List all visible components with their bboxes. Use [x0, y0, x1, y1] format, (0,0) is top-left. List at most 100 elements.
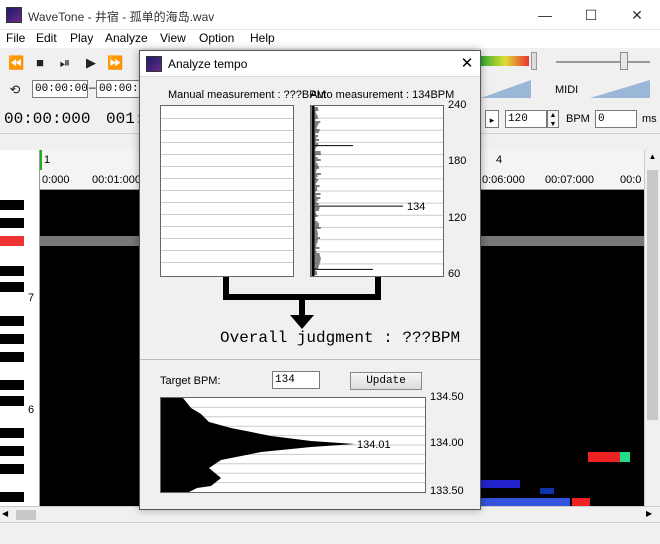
fine-tempo-histogram: 134.01 [161, 398, 425, 492]
level-slider-thumb[interactable] [531, 52, 537, 70]
midi-label: MIDI [555, 84, 579, 96]
note-segment [620, 452, 630, 462]
menu-option[interactable]: Option [199, 31, 234, 45]
y-tick-120: 120 [448, 212, 467, 224]
y-tick-60: 60 [448, 268, 461, 280]
play-pause-icon[interactable]: ⏯ [57, 55, 73, 71]
scroll-up-icon[interactable]: ▲ [647, 152, 658, 162]
midi-ramp[interactable] [590, 80, 650, 98]
playhead-marker[interactable] [40, 150, 42, 170]
black-key[interactable] [0, 446, 24, 456]
title-bar: WaveTone - 井宿 - 孤单的海岛.wav — ☐ ✕ [0, 0, 660, 30]
loop-end-input[interactable]: 00:00:00 [96, 80, 140, 98]
manual-measurement-label: Manual measurement : ???BPM [168, 89, 326, 101]
black-key[interactable] [0, 266, 24, 276]
maximize-button[interactable]: ☐ [568, 0, 614, 30]
y-tick-180: 180 [448, 155, 467, 167]
menu-help[interactable]: Help [250, 31, 275, 45]
measure-label: 1 [44, 154, 51, 166]
loop-icon[interactable]: ⟲ [7, 82, 23, 98]
black-key[interactable] [0, 316, 24, 326]
menu-view[interactable]: View [160, 31, 186, 45]
bpm-input[interactable]: 120 [505, 110, 547, 128]
black-key[interactable] [0, 334, 24, 344]
note-segment [480, 498, 570, 506]
menu-file[interactable]: File [6, 31, 25, 45]
y-tick-240: 240 [448, 99, 467, 111]
fine-y-tick-mid: 134.00 [430, 437, 464, 449]
app-icon [6, 7, 22, 23]
target-bpm-input[interactable]: 134 [272, 371, 320, 389]
time-label: 00:07:000 [545, 174, 594, 186]
merge-arrow-icon [223, 277, 381, 329]
overall-judgment: Overall judgment : ???BPM [220, 329, 461, 347]
menu-bar [0, 30, 660, 48]
offset-input[interactable]: 0 [595, 110, 637, 128]
dialog-title: Analyze tempo [168, 57, 248, 71]
manual-measurement-panel[interactable] [160, 105, 294, 277]
dialog-close-button[interactable]: ✕ [456, 53, 478, 75]
note-segment [480, 480, 520, 488]
piano-keyboard[interactable]: 7 6 [0, 150, 40, 506]
fine-y-tick-bottom: 133.50 [430, 485, 464, 497]
horizontal-scroll-thumb[interactable] [16, 510, 36, 520]
black-key[interactable] [0, 396, 24, 406]
update-button[interactable]: Update [350, 372, 422, 390]
peak-label: 134 [407, 201, 425, 213]
bpm-spin-left[interactable]: ▸ [485, 110, 499, 128]
auto-measurement-panel[interactable]: 134 [310, 105, 444, 277]
target-bpm-label: Target BPM: [160, 375, 221, 387]
analyze-tempo-dialog: Analyze tempo ✕ Manual measurement : ???… [139, 50, 481, 510]
time-label: 00:01:000 [92, 174, 141, 186]
octave-label: 6 [28, 404, 35, 416]
scroll-right-icon[interactable]: ▶ [646, 509, 656, 520]
black-key[interactable] [0, 492, 24, 502]
fast-forward-icon[interactable]: ⏩ [107, 55, 123, 71]
black-key[interactable] [0, 218, 24, 228]
current-time: 00:00:000 [4, 110, 91, 128]
highlighted-key[interactable] [0, 236, 24, 246]
scroll-left-icon[interactable]: ◀ [2, 509, 12, 520]
fine-peak-label: 134.01 [357, 439, 391, 451]
note-segment [588, 452, 624, 462]
stop-icon[interactable]: ■ [32, 55, 48, 71]
fine-y-tick-top: 134.50 [430, 391, 464, 403]
black-key[interactable] [0, 282, 24, 292]
black-key[interactable] [0, 428, 24, 438]
time-label: 00:0 [620, 174, 642, 186]
vertical-scroll-thumb[interactable] [647, 170, 658, 420]
dialog-app-icon [146, 56, 162, 72]
time-label: 0:000 [42, 174, 70, 186]
bpm-label: BPM [566, 113, 590, 125]
speed-ramp[interactable] [481, 80, 531, 98]
separator [140, 359, 480, 360]
dialog-title-bar: Analyze tempo ✕ [140, 51, 480, 77]
black-key[interactable] [0, 352, 24, 362]
black-key[interactable] [0, 464, 24, 474]
auto-measurement-label: Auto measurement : 134BPM [310, 89, 455, 101]
distribution-shape [161, 398, 355, 492]
auto-tempo-histogram: 134 [311, 106, 443, 276]
vertical-scrollbar[interactable]: ▲ [644, 150, 660, 506]
black-key[interactable] [0, 200, 24, 210]
black-key[interactable] [0, 380, 24, 390]
measure-label: 4 [496, 154, 503, 166]
time-label: 0:06:000 [482, 174, 525, 186]
menu-edit[interactable]: Edit [36, 31, 57, 45]
close-button[interactable]: ✕ [614, 0, 660, 30]
rewind-icon[interactable]: ⏪ [8, 55, 24, 71]
menu-play[interactable]: Play [70, 31, 93, 45]
note-segment [572, 498, 590, 506]
menu-analyze[interactable]: Analyze [105, 31, 148, 45]
window-title: WaveTone - 井宿 - 孤单的海岛.wav [28, 10, 215, 24]
volume-slider-track[interactable] [556, 61, 650, 63]
fine-tempo-panel[interactable]: 134.01 [160, 397, 426, 493]
level-meter [481, 56, 529, 66]
volume-slider-thumb[interactable] [620, 52, 628, 70]
minimize-button[interactable]: — [522, 0, 568, 30]
loop-start-input[interactable]: 00:00:00( [32, 80, 88, 98]
bpm-spinner[interactable]: ▲ ▼ [547, 110, 559, 128]
play-icon[interactable]: ▶ [83, 55, 99, 71]
offset-unit: ms [642, 113, 657, 125]
note-segment [540, 488, 554, 494]
